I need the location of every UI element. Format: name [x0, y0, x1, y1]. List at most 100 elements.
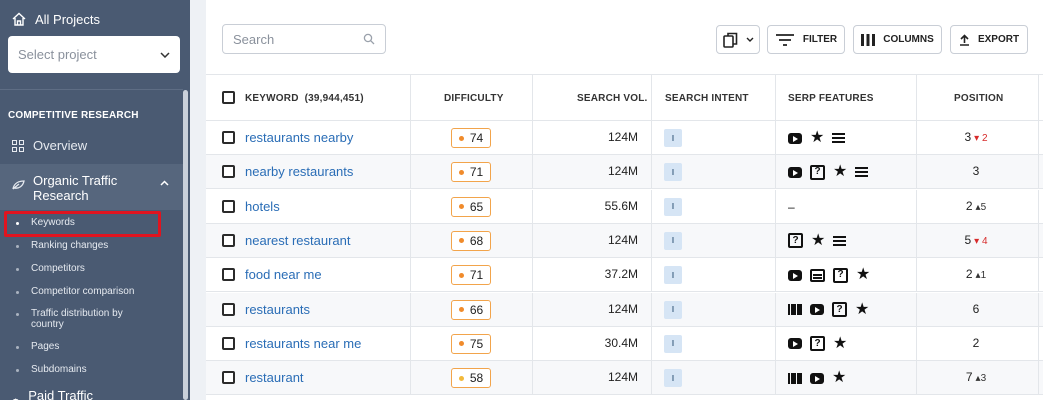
sidebar-item-overview[interactable]: Overview	[12, 138, 87, 153]
serp-features: ? ★	[788, 266, 870, 284]
video-icon	[788, 132, 802, 144]
column-divider	[532, 189, 533, 224]
column-divider	[532, 292, 533, 327]
star-icon: ★	[833, 334, 848, 352]
images-icon	[788, 304, 802, 315]
bullet-icon	[16, 369, 19, 372]
column-divider	[651, 75, 652, 121]
intent-badge: I	[664, 369, 682, 388]
row-checkbox[interactable]	[222, 233, 235, 247]
bullet-icon	[16, 245, 19, 248]
column-divider	[775, 75, 776, 121]
sidebar-subitem-competitor-comparison[interactable]: Competitor comparison	[16, 286, 141, 297]
sidebar-subitem-ranking-changes[interactable]: Ranking changes	[16, 240, 141, 251]
select-all-checkbox[interactable]	[222, 91, 235, 104]
position-cell: 5 ▾ 4	[964, 232, 988, 247]
table-row: nearest restaurant 68 124M I? ★ 5 ▾ 4	[206, 223, 1043, 258]
column-divider	[410, 361, 411, 396]
chevron-down-icon	[160, 51, 170, 58]
row-checkbox[interactable]	[222, 268, 235, 282]
column-divider	[916, 223, 917, 258]
column-divider	[532, 155, 533, 190]
difficulty-dot-icon	[458, 135, 464, 141]
search-volume: 124M	[607, 164, 638, 179]
intent-badge: I	[664, 163, 682, 182]
column-header-search-intent[interactable]: SEARCH INTENT	[665, 75, 749, 121]
column-header-serp-features[interactable]: SERP FEATURES	[788, 75, 874, 121]
keyword-link[interactable]: restaurant	[245, 370, 304, 385]
column-header-difficulty[interactable]: DIFFICULTY	[444, 75, 504, 121]
position-change-down: ▾ 2	[974, 133, 988, 144]
sidebar-item-paid-traffic[interactable]: $ Paid Traffic Research	[12, 388, 190, 400]
row-checkbox[interactable]	[222, 131, 235, 144]
sidebar-divider	[0, 89, 183, 90]
table-row: restaurants near me 75 30.4M I? ★ 2	[206, 326, 1043, 361]
search-input[interactable]: Search	[222, 24, 386, 54]
position-cell: 3	[972, 164, 980, 179]
sidebar-item-label: Paid Traffic Research	[28, 388, 94, 400]
list-icon	[833, 235, 847, 246]
table-row: restaurant 58 124M I ★ 7 ▴3	[206, 361, 1043, 396]
table-row: food near me 71 37.2M I? ★ 2 ▴1	[206, 258, 1043, 293]
home-icon	[12, 12, 26, 26]
sidebar-subitem-subdomains[interactable]: Subdomains	[16, 364, 141, 375]
search-placeholder: Search	[233, 31, 275, 47]
table-header: KEYWORD (39,944,451) DIFFICULTY SEARCH V…	[206, 75, 1043, 121]
search-volume: 124M	[607, 301, 638, 316]
column-header-search-volume[interactable]: SEARCH VOL.	[577, 75, 648, 121]
search-volume: 124M	[607, 232, 638, 247]
column-divider	[410, 189, 411, 224]
column-divider	[916, 189, 917, 224]
all-projects-link[interactable]: All Projects	[12, 10, 100, 28]
keyword-link[interactable]: restaurants near me	[245, 336, 361, 351]
column-header-keyword[interactable]: KEYWORD (39,944,451)	[245, 75, 364, 121]
column-divider	[775, 258, 776, 293]
column-header-position[interactable]: POSITION	[954, 75, 1003, 121]
sidebar-subitem-competitors[interactable]: Competitors	[16, 263, 141, 274]
keyword-link[interactable]: restaurants nearby	[245, 130, 353, 145]
column-divider	[651, 292, 652, 327]
no-serp-features: –	[788, 199, 795, 214]
video-icon	[788, 338, 802, 350]
filter-button[interactable]: FILTER	[767, 25, 845, 54]
export-button[interactable]: EXPORT	[950, 25, 1028, 54]
serp-features: –	[788, 198, 795, 216]
row-checkbox[interactable]	[222, 371, 235, 385]
keyword-link[interactable]: food near me	[245, 267, 322, 282]
section-title: COMPETITIVE RESEARCH	[8, 110, 139, 121]
difficulty-dot-icon	[458, 204, 464, 210]
sidebar-item-organic-traffic[interactable]: Organic Traffic Research	[0, 164, 183, 210]
search-volume: 37.2M	[604, 267, 638, 282]
keyword-link[interactable]: nearby restaurants	[245, 164, 353, 179]
column-divider	[916, 75, 917, 121]
column-divider	[651, 258, 652, 293]
video-icon	[788, 166, 802, 178]
column-divider	[532, 258, 533, 293]
row-checkbox[interactable]	[222, 199, 235, 213]
difficulty-badge: 71	[451, 162, 491, 183]
row-checkbox[interactable]	[222, 302, 235, 316]
sidebar-subitem-label: Ranking changes	[31, 240, 109, 251]
sidebar-subitem-traffic-distribution[interactable]: Traffic distribution by country	[16, 308, 141, 330]
keyword-link[interactable]: hotels	[245, 199, 280, 214]
keyword-link[interactable]: restaurants	[245, 302, 310, 317]
project-select[interactable]: Select project	[8, 36, 180, 73]
columns-button[interactable]: COLUMNS	[853, 25, 942, 54]
copy-button[interactable]	[716, 25, 760, 54]
sidebar-subitem-pages[interactable]: Pages	[16, 341, 141, 352]
chevron-down-icon	[746, 37, 753, 42]
column-divider	[775, 361, 776, 396]
sidebar-subitem-label: Competitor comparison	[31, 286, 135, 297]
row-checkbox[interactable]	[222, 165, 235, 179]
video-icon	[788, 269, 802, 281]
column-divider	[651, 155, 652, 190]
table-row: restaurants 66 124M I? ★ 6	[206, 292, 1043, 327]
chevron-up-icon	[160, 180, 169, 186]
filter-label: FILTER	[802, 34, 838, 45]
sidebar-scrollbar[interactable]	[183, 90, 188, 400]
difficulty-badge: 75	[451, 333, 491, 354]
keyword-link[interactable]: nearest restaurant	[245, 233, 351, 248]
column-divider	[410, 258, 411, 293]
column-divider	[410, 326, 411, 361]
row-checkbox[interactable]	[222, 336, 235, 350]
